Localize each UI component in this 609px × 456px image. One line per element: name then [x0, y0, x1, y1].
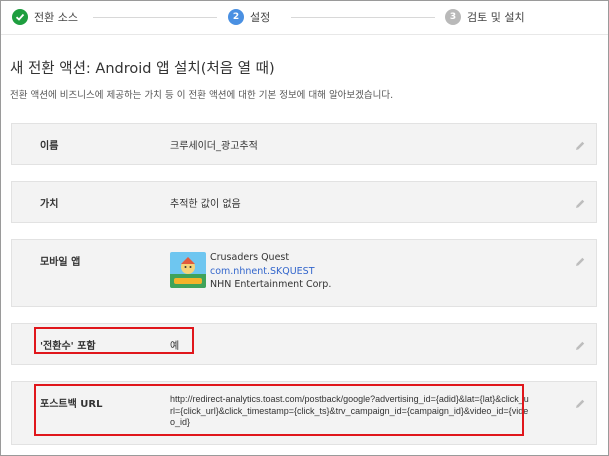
setting-row-value[interactable]: 가치 추적한 값이 없음: [11, 181, 597, 223]
app-thumbnail-icon: [170, 252, 206, 288]
pencil-icon[interactable]: [574, 337, 586, 350]
stepper-connector: [291, 17, 435, 18]
highlight-box-include-conversions: [34, 327, 194, 354]
conversion-settings-page: 전환 소스 2 설정 3 검토 및 설치 새 전환 액션: Android 앱 …: [0, 0, 609, 456]
pencil-icon[interactable]: [574, 395, 586, 408]
step-label: 검토 및 설치: [467, 11, 525, 24]
page-title: 새 전환 액션: Android 앱 설치(처음 열 때): [10, 61, 275, 77]
setting-row-mobile-app[interactable]: 모바일 앱 Crusaders Quest com.nhnent.SKQUEST…: [11, 239, 597, 307]
checkmark-icon: [12, 9, 28, 25]
app-name: Crusaders Quest: [210, 252, 290, 263]
setting-value: 크루세이더_광고추적: [170, 141, 258, 152]
step-settings[interactable]: 2 설정: [228, 9, 270, 25]
highlight-box-postback-url: [34, 384, 524, 436]
step-label: 전환 소스: [34, 11, 78, 24]
stepper-connector: [93, 17, 217, 18]
step-conversion-source[interactable]: 전환 소스: [12, 9, 78, 25]
step-number-badge: 3: [445, 9, 461, 25]
app-info: Crusaders Quest com.nhnent.SKQUEST NHN E…: [170, 252, 331, 292]
step-number-badge: 2: [228, 9, 244, 25]
setting-label: 가치: [40, 199, 59, 210]
page-description: 전환 액션에 비즈니스에 제공하는 가치 등 이 전환 액션에 대한 기본 정보…: [10, 90, 394, 101]
app-developer: NHN Entertainment Corp.: [210, 279, 332, 290]
setting-value: 추적한 값이 없음: [170, 199, 241, 210]
pencil-icon[interactable]: [574, 195, 586, 208]
setting-label: 모바일 앱: [40, 257, 81, 268]
progress-stepper: 전환 소스 2 설정 3 검토 및 설치: [1, 1, 608, 35]
step-label: 설정: [250, 11, 271, 24]
app-package-link[interactable]: com.nhnent.SKQUEST: [210, 266, 331, 279]
pencil-icon[interactable]: [574, 137, 586, 150]
setting-row-name[interactable]: 이름 크루세이더_광고추적: [11, 123, 597, 165]
step-review-install[interactable]: 3 검토 및 설치: [445, 9, 525, 25]
setting-label: 이름: [40, 141, 59, 152]
pencil-icon[interactable]: [574, 253, 586, 266]
